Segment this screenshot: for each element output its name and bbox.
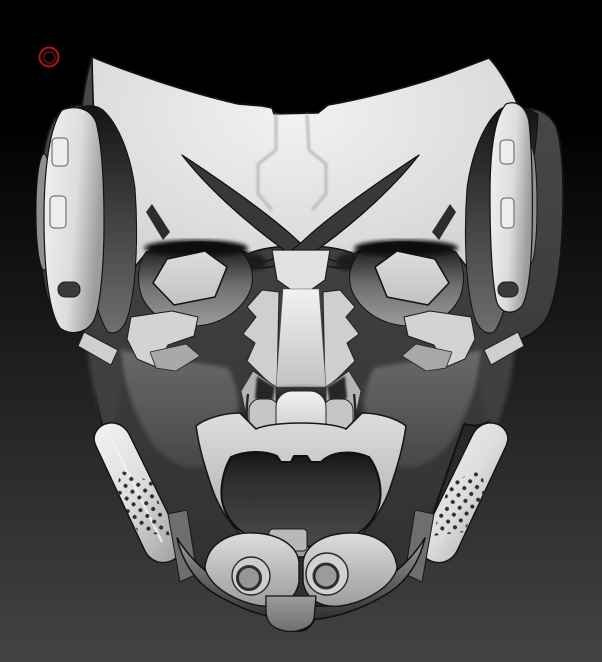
ear-slot-right-3: [498, 282, 518, 297]
chin-tongue: [266, 596, 316, 631]
ear-slot-right-2: [501, 198, 514, 228]
mask-render: [0, 0, 602, 662]
ear-slot-left-3: [58, 282, 80, 297]
nose-bridge: [276, 289, 326, 387]
sculpt-viewport[interactable]: [0, 0, 602, 662]
chin-vent-ring-right: [314, 564, 338, 588]
chin-vent-ring-left: [238, 567, 261, 590]
ear-slot-left-2: [50, 196, 66, 228]
ear-slot-left-1: [52, 138, 68, 166]
ear-slot-right-1: [500, 140, 514, 164]
